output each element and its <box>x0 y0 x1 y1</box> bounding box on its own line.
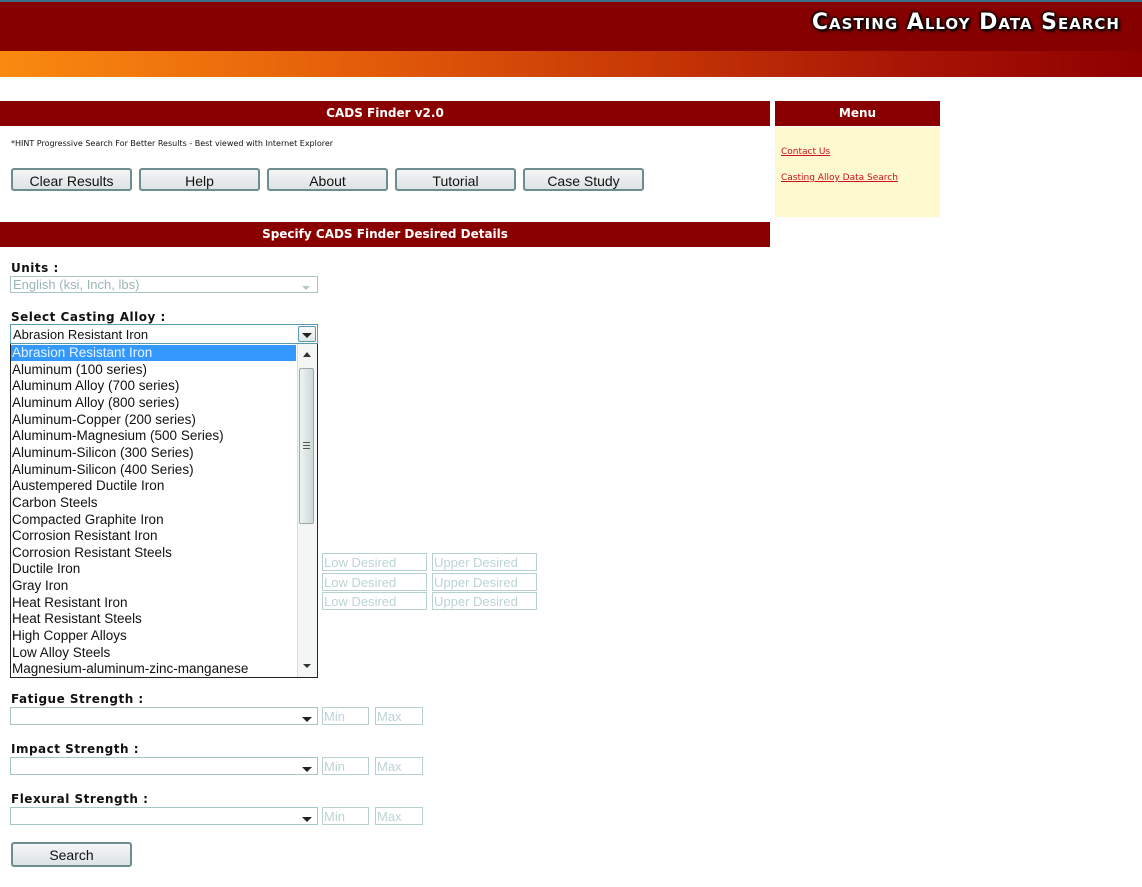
low-desired-input[interactable]: Low Desired <box>322 592 427 610</box>
upper-desired-input[interactable]: Upper Desired <box>432 572 537 591</box>
flexural-strength-select[interactable] <box>10 807 318 825</box>
flexural-strength-min-input[interactable]: Min <box>322 807 369 825</box>
alloy-option[interactable]: Abrasion Resistant Iron <box>11 345 296 361</box>
tutorial-button[interactable]: Tutorial <box>395 168 516 191</box>
casting-alloy-value: Abrasion Resistant Iron <box>13 327 149 342</box>
clear-results-button[interactable]: Clear Results <box>11 168 132 191</box>
casting-alloy-label: Select Casting Alloy : <box>11 310 166 324</box>
alloy-option[interactable]: Low Alloy Steels <box>11 645 296 661</box>
chevron-down-icon <box>302 286 310 290</box>
impact-strength-label: Impact Strength : <box>11 742 140 756</box>
contact-us-link[interactable]: Contact Us <box>781 147 830 157</box>
case-study-button[interactable]: Case Study <box>523 168 644 191</box>
alloy-option[interactable]: Aluminum Alloy (700 series) <box>11 378 296 394</box>
units-select[interactable]: English (ksi, Inch, lbs) <box>10 276 318 293</box>
upper-desired-input[interactable]: Upper Desired <box>432 592 537 610</box>
menu-header: Menu <box>775 101 940 126</box>
upper-desired-input[interactable]: Upper Desired <box>432 553 537 571</box>
grip-line <box>303 445 310 446</box>
alloy-option[interactable]: Aluminum-Silicon (300 Series) <box>11 445 296 461</box>
scrollbar-thumb[interactable] <box>299 368 314 524</box>
impact-strength-select[interactable] <box>10 757 318 775</box>
grip-line <box>303 448 310 449</box>
chevron-down-icon <box>302 717 312 722</box>
search-button[interactable]: Search <box>11 842 132 867</box>
site-title: Casting Alloy Data Search <box>811 10 1120 35</box>
fatigue-strength-label: Fatigue Strength : <box>11 692 144 706</box>
alloy-option[interactable]: Aluminum Alloy (800 series) <box>11 395 296 411</box>
alloy-option[interactable]: Heat Resistant Iron <box>11 595 296 611</box>
alloy-option[interactable]: Magnesium-aluminum-zinc-manganese <box>11 661 296 677</box>
casting-alloy-select[interactable]: Abrasion Resistant Iron <box>10 324 318 344</box>
casting-alloy-options-list[interactable]: Magnesium-aluminum-zinc-manganese Low All… <box>10 344 318 678</box>
alloy-option[interactable]: Gray Iron <box>11 578 296 594</box>
scroll-down-arrow-icon[interactable] <box>303 664 311 668</box>
grip-line <box>303 442 310 443</box>
alloy-option[interactable]: Aluminum-Magnesium (500 Series) <box>11 428 296 444</box>
chevron-down-icon <box>302 817 312 822</box>
alloy-option[interactable]: Corrosion Resistant Steels <box>11 545 296 561</box>
alloy-option[interactable]: Carbon Steels <box>11 495 296 511</box>
dropdown-toggle-button[interactable] <box>298 326 316 342</box>
flexural-strength-label: Flexural Strength : <box>11 792 149 806</box>
casting-alloy-data-search-link[interactable]: Casting Alloy Data Search <box>781 173 898 183</box>
units-value: English (ksi, Inch, lbs) <box>13 277 140 292</box>
help-button[interactable]: Help <box>139 168 260 191</box>
alloy-option[interactable]: Aluminum-Silicon (400 Series) <box>11 462 296 478</box>
fatigue-strength-max-input[interactable]: Max <box>375 707 423 725</box>
units-label: Units : <box>11 261 59 275</box>
impact-strength-max-input[interactable]: Max <box>375 757 423 775</box>
alloy-option[interactable]: High Copper Alloys <box>11 628 296 644</box>
chevron-down-icon <box>302 767 312 772</box>
alloy-option[interactable]: Corrosion Resistant Iron <box>11 528 296 544</box>
alloy-option[interactable]: Ductile Iron <box>11 561 296 577</box>
about-button[interactable]: About <box>267 168 388 191</box>
low-desired-input[interactable]: Low Desired <box>322 572 427 591</box>
menu-panel <box>775 127 940 217</box>
flexural-strength-max-input[interactable]: Max <box>375 807 423 825</box>
site-banner: Casting Alloy Data Search <box>0 0 1142 77</box>
finder-header: CADS Finder v2.0 <box>0 101 770 126</box>
details-header: Specify CADS Finder Desired Details <box>0 222 770 247</box>
scroll-up-arrow-icon[interactable] <box>303 352 311 357</box>
alloy-option[interactable]: Aluminum-Copper (200 series) <box>11 412 296 428</box>
hint-text: *HINT Progressive Search For Better Resu… <box>11 139 334 148</box>
fatigue-strength-select[interactable] <box>10 707 318 725</box>
chevron-down-icon <box>302 333 312 338</box>
fatigue-strength-min-input[interactable]: Min <box>322 707 369 725</box>
alloy-option[interactable]: Aluminum (100 series) <box>11 362 296 378</box>
alloy-option[interactable]: Austempered Ductile Iron <box>11 478 296 494</box>
impact-strength-min-input[interactable]: Min <box>322 757 369 775</box>
banner-gradient-band <box>0 51 1142 77</box>
low-desired-input[interactable]: Low Desired <box>322 553 427 571</box>
alloy-option[interactable]: Heat Resistant Steels <box>11 611 296 627</box>
alloy-option[interactable]: Compacted Graphite Iron <box>11 512 296 528</box>
